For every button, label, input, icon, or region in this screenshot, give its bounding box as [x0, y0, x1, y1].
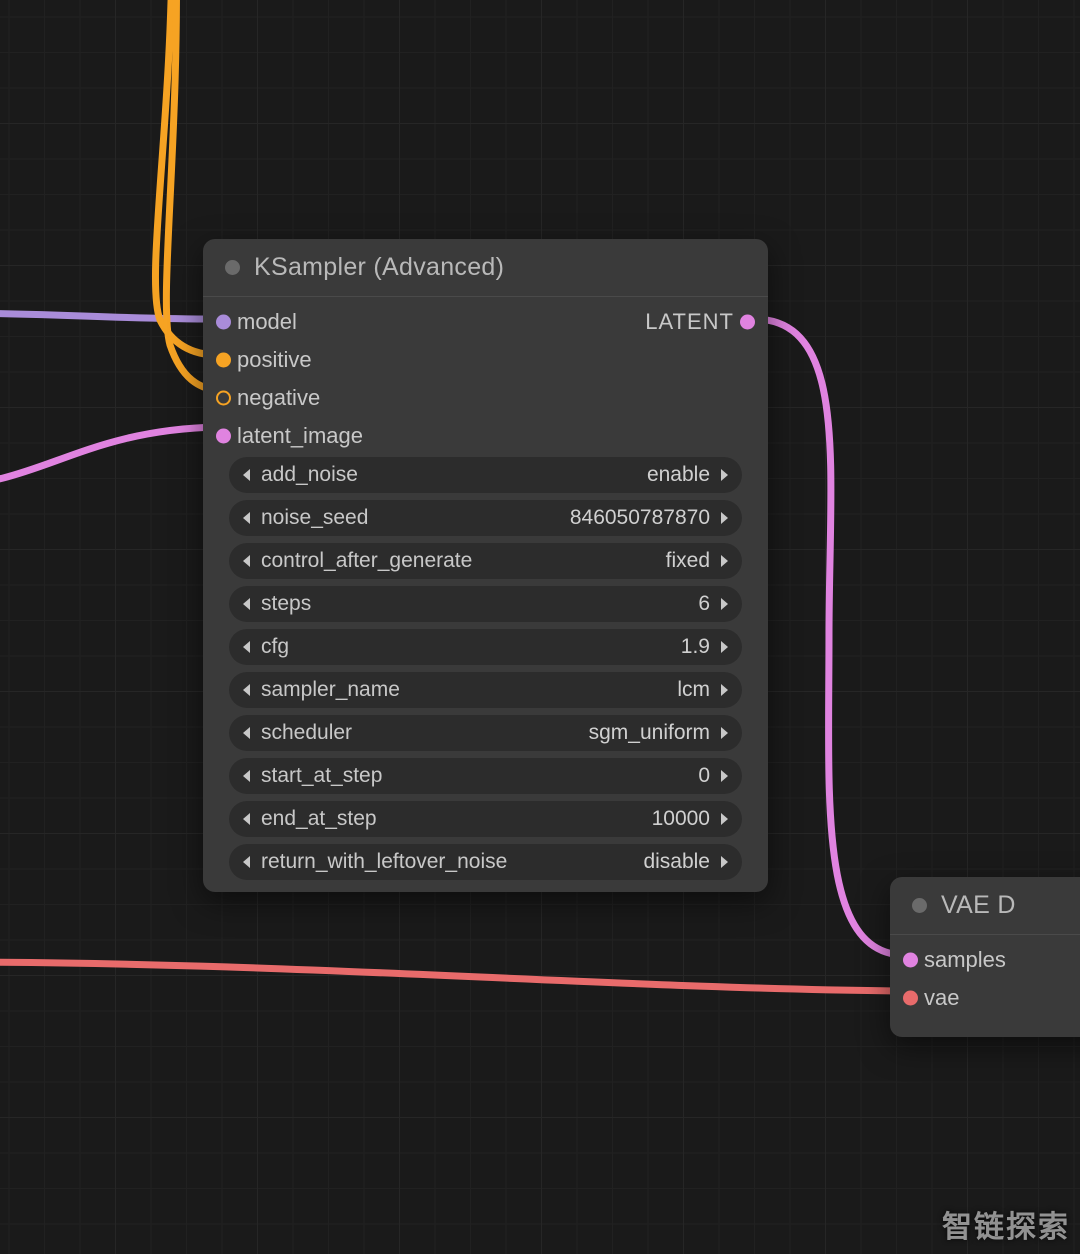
input-port-vae[interactable]: vae	[890, 983, 1080, 1013]
widget-name: steps	[261, 592, 311, 616]
widget-value: sgm_uniform	[589, 721, 710, 745]
chevron-left-icon[interactable]	[239, 467, 255, 483]
widget-value: 10000	[652, 807, 710, 831]
widget-name: return_with_leftover_noise	[261, 850, 507, 874]
widget-value: fixed	[666, 549, 710, 573]
chevron-right-icon[interactable]	[716, 854, 732, 870]
widget-name: end_at_step	[261, 807, 377, 831]
input-port-negative[interactable]: negative	[203, 383, 768, 413]
widget-sampler-name[interactable]: sampler_name lcm	[229, 672, 742, 708]
output-port-latent[interactable]: LATENT	[645, 307, 768, 337]
widget-return-with-leftover-noise[interactable]: return_with_leftover_noise disable	[229, 844, 742, 880]
watermark-text: 智链探索	[942, 1202, 1070, 1246]
widget-value: lcm	[677, 678, 710, 702]
widget-name: cfg	[261, 635, 289, 659]
chevron-right-icon[interactable]	[716, 682, 732, 698]
widget-name: sampler_name	[261, 678, 400, 702]
widget-value: 6	[698, 592, 710, 616]
widget-start-at-step[interactable]: start_at_step 0	[229, 758, 742, 794]
chevron-right-icon[interactable]	[716, 553, 732, 569]
widget-value: 1.9	[681, 635, 710, 659]
port-label: negative	[237, 385, 320, 411]
widget-end-at-step[interactable]: end_at_step 10000	[229, 801, 742, 837]
widget-value: disable	[643, 850, 710, 874]
chevron-right-icon[interactable]	[716, 811, 732, 827]
chevron-left-icon[interactable]	[239, 854, 255, 870]
chevron-right-icon[interactable]	[716, 639, 732, 655]
chevron-left-icon[interactable]	[239, 682, 255, 698]
collapse-dot-icon[interactable]	[225, 260, 240, 275]
chevron-right-icon[interactable]	[716, 725, 732, 741]
input-port-model[interactable]: model LATENT	[203, 307, 768, 337]
chevron-left-icon[interactable]	[239, 596, 255, 612]
chevron-right-icon[interactable]	[716, 467, 732, 483]
port-label: positive	[237, 347, 312, 373]
chevron-left-icon[interactable]	[239, 510, 255, 526]
port-dot-icon	[216, 315, 231, 330]
node-title: VAE D	[941, 891, 1016, 920]
input-port-samples[interactable]: samples	[890, 945, 1080, 975]
widget-name: start_at_step	[261, 764, 382, 788]
widget-steps[interactable]: steps 6	[229, 586, 742, 622]
port-label: samples	[924, 947, 1006, 973]
widget-value: 846050787870	[570, 506, 710, 530]
widget-value: enable	[647, 463, 710, 487]
chevron-left-icon[interactable]	[239, 725, 255, 741]
port-dot-icon	[903, 953, 918, 968]
chevron-right-icon[interactable]	[716, 510, 732, 526]
widget-list: add_noise enable noise_seed 846050787870…	[203, 457, 768, 898]
node-title: KSampler (Advanced)	[254, 253, 504, 282]
widget-value: 0	[698, 764, 710, 788]
widget-scheduler[interactable]: scheduler sgm_uniform	[229, 715, 742, 751]
input-port-positive[interactable]: positive	[203, 345, 768, 375]
collapse-dot-icon[interactable]	[912, 898, 927, 913]
input-port-latent-image[interactable]: latent_image	[203, 421, 768, 451]
chevron-right-icon[interactable]	[716, 768, 732, 784]
port-label: LATENT	[645, 309, 734, 335]
port-dot-icon	[216, 353, 231, 368]
widget-name: control_after_generate	[261, 549, 472, 573]
port-label: latent_image	[237, 423, 363, 449]
widget-name: add_noise	[261, 463, 358, 487]
chevron-right-icon[interactable]	[716, 596, 732, 612]
chevron-left-icon[interactable]	[239, 768, 255, 784]
port-dot-icon	[740, 315, 755, 330]
node-vae-decode[interactable]: VAE D samples vae	[890, 877, 1080, 1037]
port-dot-icon	[903, 991, 918, 1006]
chevron-left-icon[interactable]	[239, 811, 255, 827]
chevron-left-icon[interactable]	[239, 639, 255, 655]
widget-name: noise_seed	[261, 506, 368, 530]
widget-noise-seed[interactable]: noise_seed 846050787870	[229, 500, 742, 536]
node-header[interactable]: KSampler (Advanced)	[203, 239, 768, 297]
widget-control-after-generate[interactable]: control_after_generate fixed	[229, 543, 742, 579]
node-header[interactable]: VAE D	[890, 877, 1080, 935]
port-label: vae	[924, 985, 959, 1011]
port-label: model	[237, 309, 297, 335]
chevron-left-icon[interactable]	[239, 553, 255, 569]
port-dot-icon	[216, 391, 231, 406]
port-dot-icon	[216, 429, 231, 444]
widget-name: scheduler	[261, 721, 352, 745]
widget-cfg[interactable]: cfg 1.9	[229, 629, 742, 665]
widget-add-noise[interactable]: add_noise enable	[229, 457, 742, 493]
node-ksampler-advanced[interactable]: KSampler (Advanced) model LATENT positiv…	[203, 239, 768, 892]
